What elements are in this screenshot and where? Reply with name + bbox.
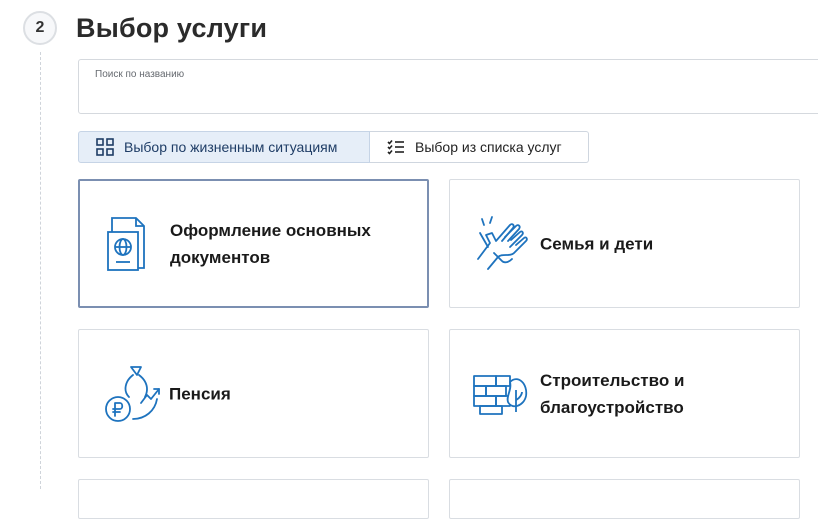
hands-icon <box>472 213 532 275</box>
passport-icon <box>102 214 154 274</box>
category-card-title: Семья и дети <box>540 234 654 253</box>
category-card-pension[interactable]: Пенсия <box>78 329 429 458</box>
category-card-family[interactable]: Семья и дети <box>449 179 800 308</box>
grid-icon <box>96 138 114 156</box>
category-card-title: Строительство и благоустройство <box>540 370 685 417</box>
page-title: Выбор услуги <box>76 13 268 43</box>
checklist-icon <box>387 139 405 155</box>
category-card-partial[interactable] <box>449 479 800 519</box>
search-input[interactable]: Поиск по названию <box>78 59 818 114</box>
brick-wall-icon <box>472 372 530 416</box>
category-card-title: Оформление основных документов <box>170 220 371 267</box>
category-card-documents[interactable]: Оформление основных документов <box>78 179 429 308</box>
category-card-construction[interactable]: Строительство и благоустройство <box>449 329 800 458</box>
tab-services-list-label: Выбор из списка услуг <box>415 139 562 155</box>
step-connector-line <box>40 52 41 489</box>
category-card-title: Пенсия <box>169 384 231 403</box>
search-input-label: Поиск по названию <box>95 69 185 80</box>
category-card-partial[interactable] <box>78 479 429 519</box>
tab-life-situations-label: Выбор по жизненным ситуациям <box>124 139 338 155</box>
step-number-badge: 2 <box>23 11 57 45</box>
tab-life-situations[interactable]: Выбор по жизненным ситуациям <box>78 131 370 163</box>
selection-mode-tabs: Выбор по жизненным ситуациям Выбор из сп… <box>78 131 589 163</box>
tab-services-list[interactable]: Выбор из списка услуг <box>370 131 589 163</box>
ruble-bag-icon <box>101 363 163 425</box>
